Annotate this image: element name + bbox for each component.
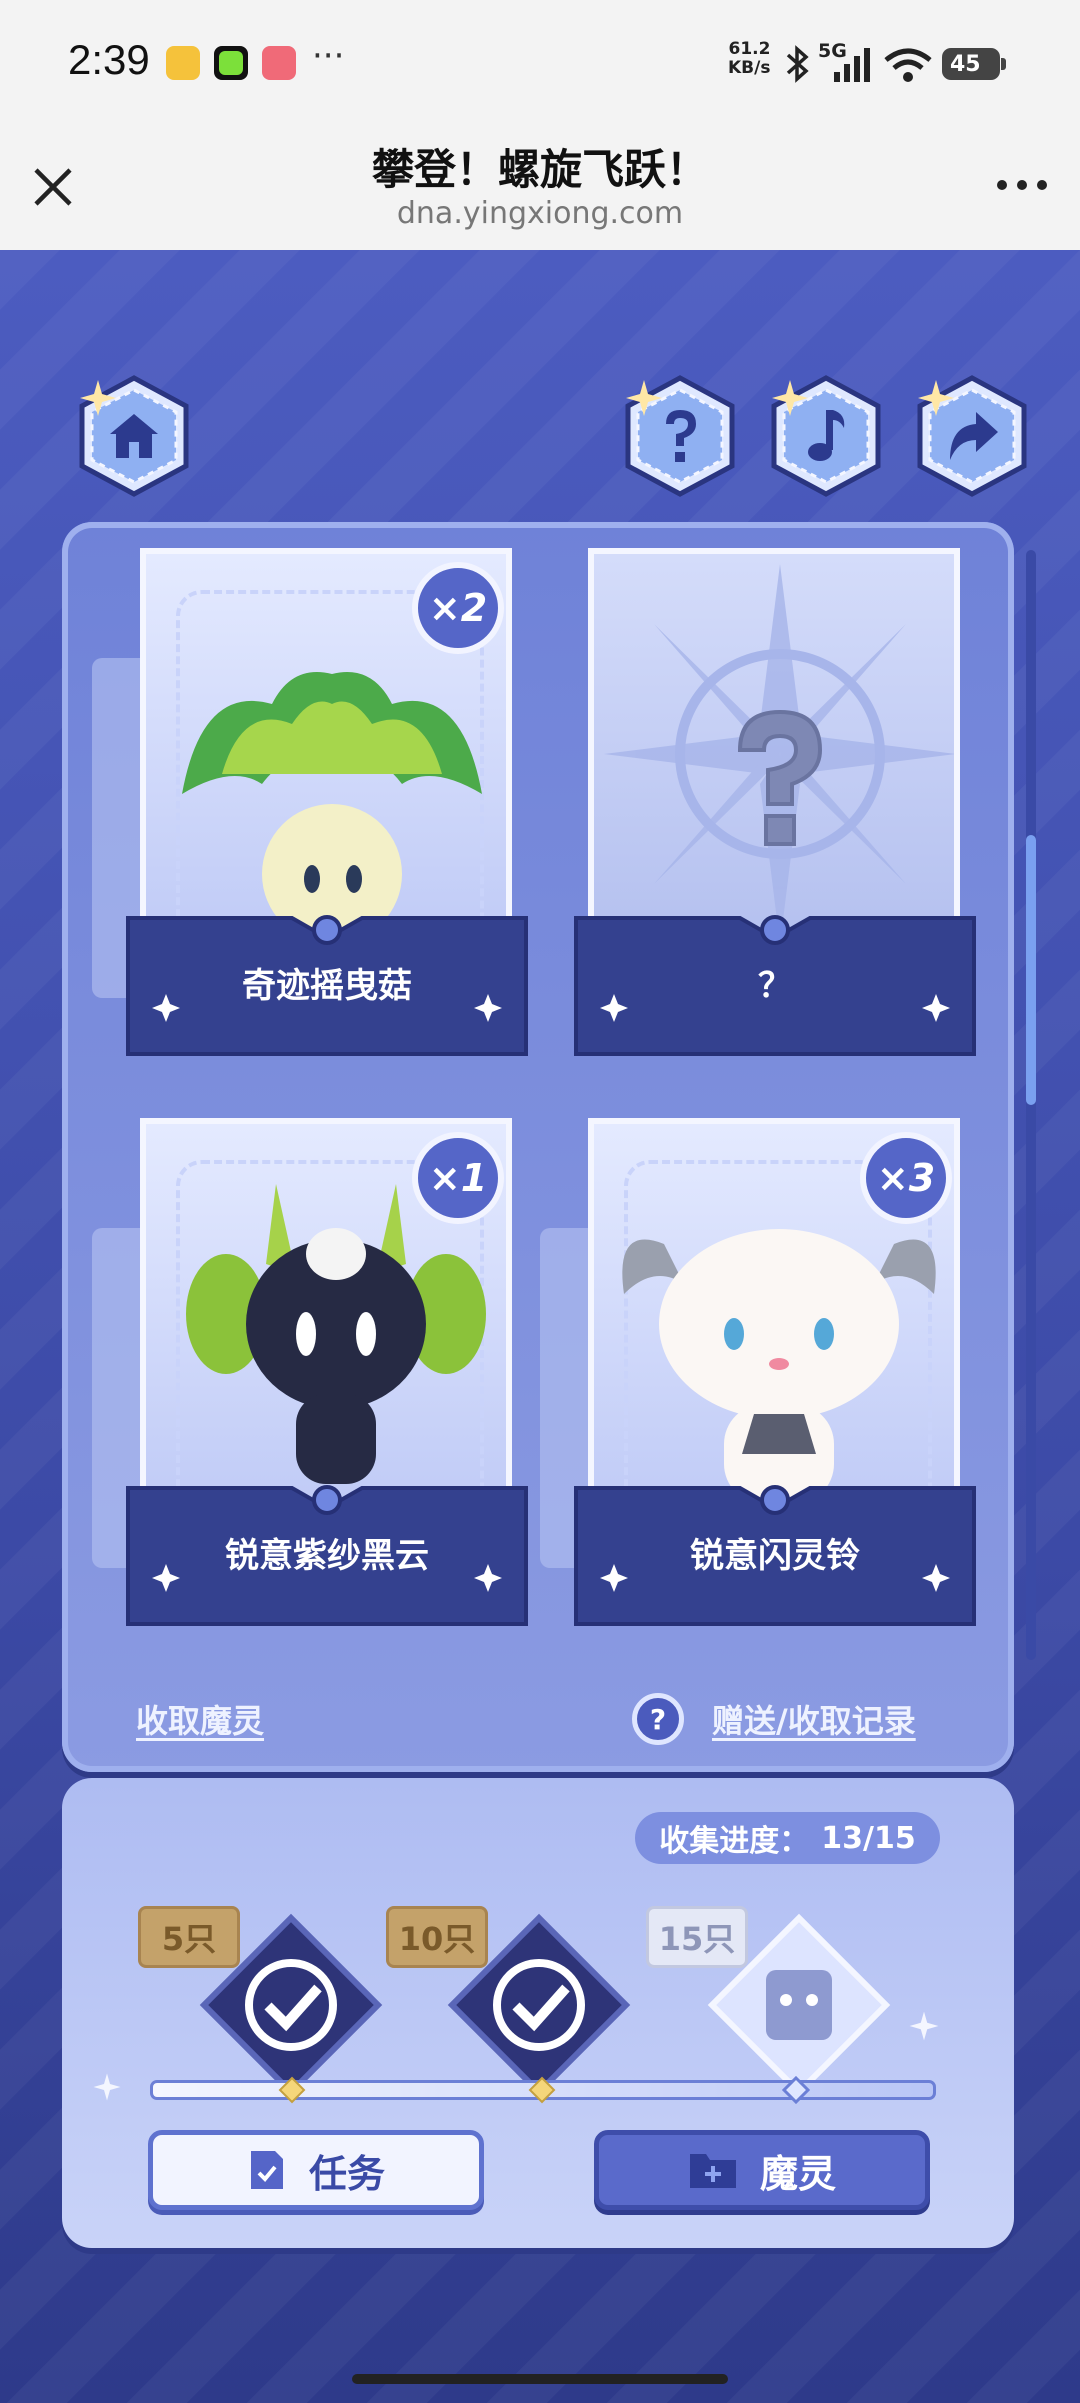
- more-notifications-icon: ···: [312, 36, 345, 76]
- card-name: ？: [758, 966, 792, 1006]
- card-name: 奇迹摇曳菇: [242, 966, 412, 1006]
- progress-marker: [528, 2076, 556, 2104]
- card-count-badge: ×3: [860, 1132, 952, 1224]
- network-speed: 61.2 KB/s: [728, 39, 771, 78]
- notification-app-icon: [166, 46, 200, 80]
- home-button[interactable]: [72, 374, 196, 498]
- music-button[interactable]: [764, 374, 888, 498]
- milestone-reward-completed[interactable]: 10只: [386, 1906, 634, 2100]
- milestone-label: 10只: [386, 1906, 488, 1968]
- folder-add-icon: [689, 2154, 736, 2188]
- sparkle-icon: [93, 2073, 121, 2101]
- panel-scrollbar[interactable]: [1026, 550, 1036, 1660]
- more-menu-icon[interactable]: [992, 170, 1052, 200]
- signal-icon: [834, 48, 870, 82]
- sparkle-icon: [80, 380, 116, 416]
- help-button[interactable]: [618, 374, 742, 498]
- progress-value: 13/15: [821, 1820, 916, 1856]
- sparkle-icon: [772, 380, 808, 416]
- card-count-badge: ×2: [412, 562, 504, 654]
- sparkle-icon: [909, 2011, 939, 2041]
- gift-records-link[interactable]: 赠送/收取记录: [712, 1696, 916, 1742]
- unknown-icon: [737, 709, 823, 846]
- game-view: ×2 奇迹摇曳菇 ？ ×1 锐意紫纱黑云 ×3 锐意闪灵铃 收取魔灵 ? 赠送/…: [0, 250, 1080, 2403]
- notification-app-icon: [262, 46, 296, 80]
- page-title: 攀登！螺旋飞跃！: [371, 145, 708, 194]
- scrollbar-thumb[interactable]: [1026, 835, 1036, 1105]
- progress-marker: [782, 2076, 810, 2104]
- spirit-card[interactable]: ×1 锐意紫纱黑云: [92, 1118, 532, 1628]
- milestone-reward-completed[interactable]: 5只: [138, 1906, 386, 2100]
- card-name: 锐意闪灵铃: [690, 1536, 860, 1576]
- bell-spirit-illustration: [622, 1229, 936, 1504]
- share-button[interactable]: [910, 374, 1034, 498]
- card-art: [588, 548, 960, 948]
- sparkle-icon: [626, 380, 662, 416]
- mushroom-spirit-illustration: [182, 672, 482, 944]
- card-count-badge: ×1: [412, 1132, 504, 1224]
- spirit-card[interactable]: ×3 锐意闪灵铃: [540, 1118, 980, 1628]
- clock: 2:39: [68, 36, 150, 83]
- wifi-icon: [884, 48, 932, 82]
- page-url: dna.yingxiong.com: [396, 196, 684, 231]
- milestone-reward-locked[interactable]: 15只: [646, 1906, 894, 2100]
- battery-indicator: 45: [942, 48, 1006, 80]
- browser-titlebar: 攀登！螺旋飞跃！ dna.yingxiong.com: [0, 130, 1080, 250]
- task-document-icon: [250, 2151, 283, 2189]
- home-indicator[interactable]: [352, 2374, 728, 2384]
- spirit-card-locked[interactable]: ？: [570, 548, 980, 1058]
- milestone-label: 5只: [138, 1906, 240, 1968]
- spirits-button[interactable]: 魔灵: [594, 2130, 930, 2210]
- milestone-label: 15只: [646, 1906, 748, 1968]
- help-icon[interactable]: ?: [632, 1693, 684, 1745]
- bluetooth-icon: [786, 45, 809, 83]
- card-name: 锐意紫纱黑云: [225, 1536, 429, 1576]
- sparkle-icon: [918, 380, 954, 416]
- progress-marker: [278, 2076, 306, 2104]
- progress-label: 收集进度：: [659, 1824, 810, 1859]
- status-bar: 2:39 ··· 61.2 KB/s 5G 45: [0, 0, 1080, 130]
- spirits-button-label: 魔灵: [759, 2151, 836, 2196]
- tasks-button-label: 任务: [308, 2151, 385, 2196]
- notification-app-icon: [214, 46, 248, 80]
- collection-progress: 收集进度： 13/15: [635, 1812, 940, 1864]
- spirit-card[interactable]: ×2 奇迹摇曳菇: [92, 548, 532, 1058]
- tasks-button[interactable]: 任务: [148, 2130, 484, 2210]
- collect-spirit-link[interactable]: 收取魔灵: [136, 1696, 264, 1742]
